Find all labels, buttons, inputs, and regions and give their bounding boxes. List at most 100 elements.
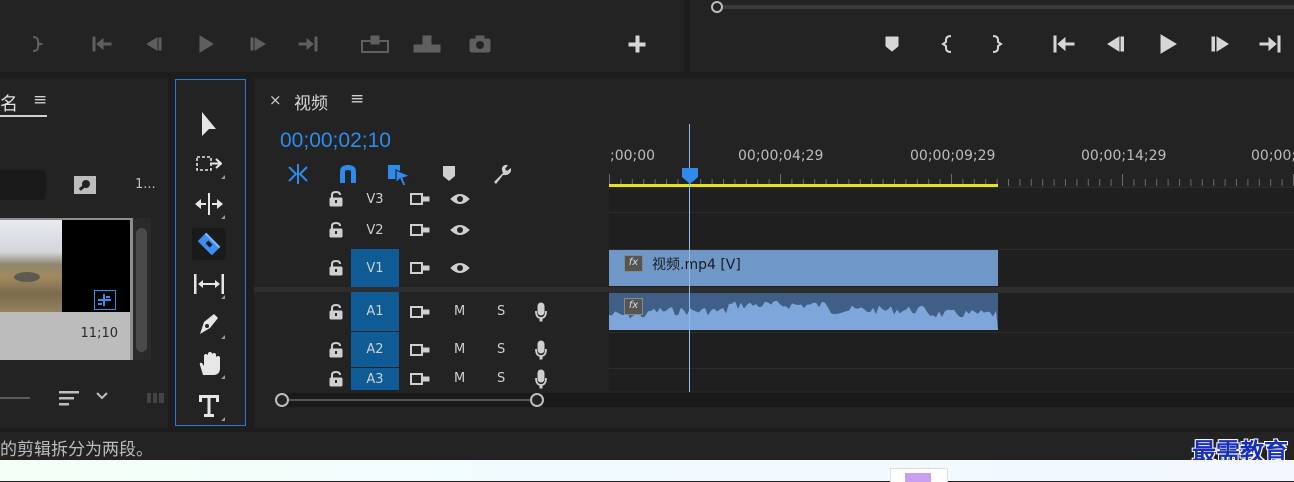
nest-toggle-button[interactable] <box>286 163 310 185</box>
track-visibility-button[interactable] <box>449 219 471 241</box>
pen-tool[interactable] <box>192 308 226 340</box>
track-lane[interactable] <box>609 187 1294 212</box>
track-lane[interactable] <box>609 212 1294 249</box>
track-target-toggle[interactable]: V2 <box>351 212 399 248</box>
mute-button[interactable]: M <box>454 304 465 319</box>
track-lane[interactable] <box>609 332 1294 368</box>
ripple-edit-tool[interactable] <box>192 188 226 220</box>
solo-button[interactable]: S <box>497 304 505 319</box>
mark-in-button[interactable] <box>936 32 960 56</box>
voiceover-record-button[interactable] <box>530 339 552 361</box>
track-lock-button[interactable] <box>325 368 347 390</box>
mark-out-button[interactable] <box>24 32 48 56</box>
find-button[interactable] <box>73 175 97 195</box>
close-tab-icon[interactable]: × <box>269 91 282 109</box>
track-lock-button[interactable] <box>325 219 347 241</box>
type-tool[interactable] <box>192 390 226 422</box>
mark-out-button-program[interactable] <box>984 32 1008 56</box>
sync-lock-button[interactable] <box>409 188 431 210</box>
step-back-button-program[interactable] <box>1104 32 1128 56</box>
linked-selection-button[interactable] <box>386 162 412 186</box>
timeline-menu-icon[interactable]: ≡ <box>350 89 364 109</box>
step-back-button[interactable] <box>142 32 166 56</box>
track-visibility-button[interactable] <box>449 257 471 279</box>
eye-icon <box>450 194 470 204</box>
project-scroll-thumb[interactable] <box>136 228 147 352</box>
ruler-label: 00;00;14;29 <box>1081 148 1167 164</box>
playhead-timecode[interactable]: 00;00;02;10 <box>280 129 391 153</box>
sync-lock-button[interactable] <box>409 368 431 390</box>
voiceover-record-button[interactable] <box>530 368 552 390</box>
sync-lock-icon <box>410 193 430 205</box>
program-scrub-track[interactable] <box>712 5 1294 9</box>
program-scrub-handle[interactable] <box>711 1 723 13</box>
track-lock-button[interactable] <box>325 188 347 210</box>
track-target-toggle[interactable]: V3 <box>351 187 399 211</box>
project-tab-label[interactable]: 名 <box>0 90 18 116</box>
track-visibility-button[interactable] <box>449 188 471 210</box>
sync-lock-button[interactable] <box>409 301 431 323</box>
marker-icon <box>885 36 899 52</box>
fx-badge[interactable]: fx <box>624 298 643 315</box>
audio-clip[interactable]: fx <box>609 293 998 330</box>
timeline-tab-label[interactable]: 视频 <box>294 89 328 114</box>
timeline-zoom-bar[interactable] <box>282 399 536 401</box>
time-ruler[interactable]: ;00;00 00;00;04;29 00;00;09;29 00;00;14;… <box>609 120 1294 190</box>
mute-button[interactable]: M <box>454 342 465 357</box>
go-to-in-button[interactable] <box>90 32 114 56</box>
track-lane[interactable] <box>609 368 1294 391</box>
step-forward-icon <box>250 37 266 51</box>
playhead-line[interactable] <box>689 124 690 392</box>
playhead-handle[interactable] <box>681 167 699 185</box>
mute-button[interactable]: M <box>454 371 465 386</box>
project-menu-icon[interactable]: ≡ <box>33 90 47 110</box>
solo-button[interactable]: S <box>497 342 505 357</box>
track-target-toggle[interactable]: V1 <box>351 249 399 287</box>
sort-icons-button[interactable] <box>58 389 80 407</box>
play-button-program[interactable] <box>1156 32 1180 56</box>
automate-button[interactable] <box>146 391 166 405</box>
track-target-toggle[interactable]: A1 <box>351 292 399 331</box>
button-editor-add-button[interactable] <box>625 32 649 56</box>
project-search-input[interactable] <box>0 170 46 200</box>
export-frame-button[interactable] <box>468 32 492 56</box>
track-target-toggle[interactable]: A3 <box>351 368 399 390</box>
timeline-settings-button[interactable] <box>490 162 514 186</box>
video-clip[interactable]: fx 视频.mp4 [V] <box>609 250 998 286</box>
zoom-handle-right[interactable] <box>530 393 544 407</box>
step-forward-button-program[interactable] <box>1208 32 1232 56</box>
zoom-handle-left[interactable] <box>275 393 289 407</box>
zoom-slider[interactable] <box>0 397 30 399</box>
sync-lock-button[interactable] <box>409 257 431 279</box>
insert-button[interactable] <box>360 32 390 56</box>
sort-dropdown-button[interactable] <box>95 391 109 401</box>
razor-tool[interactable] <box>192 228 226 260</box>
hand-tool[interactable] <box>192 348 226 380</box>
go-to-in-button-program[interactable] <box>1052 32 1076 56</box>
selection-tool[interactable] <box>192 108 226 140</box>
solo-button[interactable]: S <box>497 371 505 386</box>
track-lock-button[interactable] <box>325 301 347 323</box>
add-marker-button[interactable] <box>880 32 904 56</box>
add-marker-timeline-button[interactable] <box>442 165 456 183</box>
overwrite-button[interactable] <box>412 32 442 56</box>
project-scrollbar[interactable] <box>133 218 151 360</box>
step-forward-button[interactable] <box>246 32 270 56</box>
sync-lock-button[interactable] <box>409 339 431 361</box>
track-select-forward-tool[interactable] <box>192 148 226 180</box>
video-audio-divider[interactable] <box>254 287 1294 292</box>
track-lock-button[interactable] <box>325 257 347 279</box>
track-lock-button[interactable] <box>325 339 347 361</box>
go-to-out-button[interactable] <box>296 32 320 56</box>
play-button[interactable] <box>194 32 218 56</box>
clip-thumbnail-card[interactable]: 11;10 <box>0 218 133 360</box>
taskbar-active-app[interactable] <box>890 468 948 482</box>
slip-tool[interactable] <box>192 268 226 300</box>
fx-badge[interactable]: fx <box>624 255 643 272</box>
sync-lock-button[interactable] <box>409 219 431 241</box>
snap-button[interactable] <box>337 163 359 183</box>
sync-lock-icon <box>410 262 430 274</box>
go-to-out-button-program[interactable] <box>1258 32 1282 56</box>
voiceover-record-button[interactable] <box>530 301 552 323</box>
track-target-toggle[interactable]: A2 <box>351 332 399 367</box>
